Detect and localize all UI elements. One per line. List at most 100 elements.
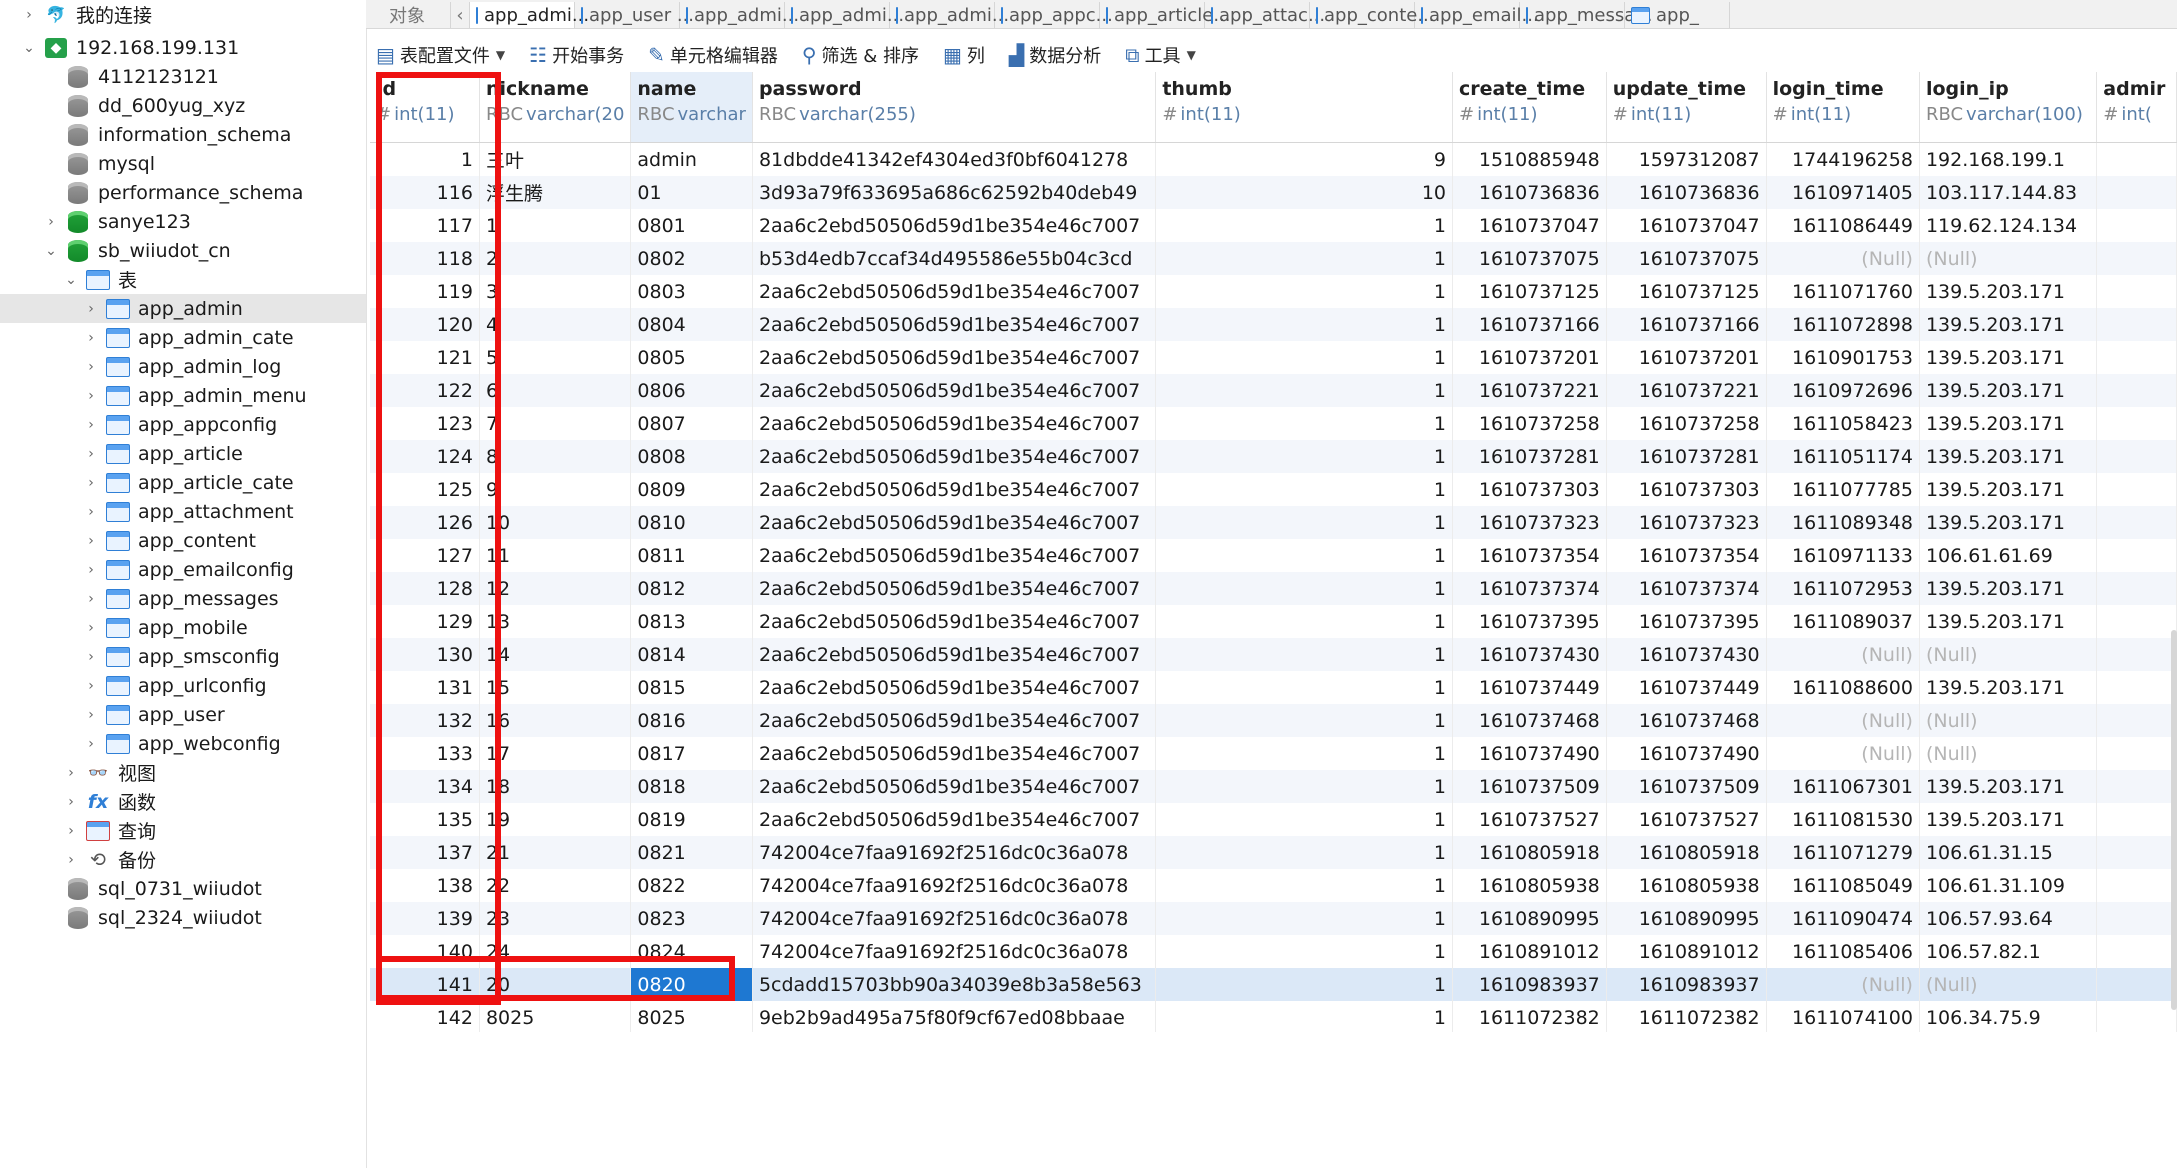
table-row[interactable]: 132 16 0816 2aa6c2ebd50506d59d1be354e46c700… <box>370 704 2177 737</box>
cell-name[interactable]: 0812 <box>630 572 753 605</box>
cell-create_time[interactable]: 1610737449 <box>1452 671 1607 704</box>
cell-login_time[interactable]: 1611085406 <box>1766 935 1920 968</box>
chevron-right-icon[interactable]: › <box>20 6 38 24</box>
cell-update_time[interactable]: 1610890995 <box>1606 902 1767 935</box>
cell-admir[interactable] <box>2096 968 2177 1001</box>
table-row[interactable]: 135 19 0819 2aa6c2ebd50506d59d1be354e46c700… <box>370 803 2177 836</box>
table-row[interactable]: 126 10 0810 2aa6c2ebd50506d59d1be354e46c700… <box>370 506 2177 539</box>
tab-9[interactable]: app_attac... <box>1205 2 1325 28</box>
chevron-right-icon[interactable]: › <box>82 677 100 695</box>
cell-id[interactable]: 140 <box>370 935 480 968</box>
cell-thumb[interactable]: 1 <box>1155 638 1453 671</box>
cell-thumb[interactable]: 1 <box>1155 572 1453 605</box>
cell-login_ip[interactable]: 139.5.203.171 <box>1919 506 2098 539</box>
cell-password[interactable]: 2aa6c2ebd50506d59d1be354e46c7007 <box>752 341 1157 374</box>
table-row[interactable]: 124 8 0808 2aa6c2ebd50506d59d1be354e46c7007… <box>370 440 2177 473</box>
cell-thumb[interactable]: 1 <box>1155 209 1453 242</box>
cell-update_time[interactable]: 1610737490 <box>1606 737 1767 770</box>
vertical-scrollbar[interactable] <box>2171 630 2177 1010</box>
cell-id[interactable]: 135 <box>370 803 480 836</box>
tab-2[interactable]: app_admi... <box>470 2 589 28</box>
cell-name[interactable]: 0823 <box>630 902 753 935</box>
cell-name[interactable]: 0808 <box>630 440 753 473</box>
cell-nickname[interactable]: 9 <box>479 473 632 506</box>
cell-login_ip[interactable]: 106.57.93.64 <box>1919 902 2098 935</box>
cell-password[interactable]: 5cdadd15703bb90a34039e8b3a58e563 <box>752 968 1157 1001</box>
cell-login_ip[interactable]: (Null) <box>1919 704 2098 737</box>
cell-update_time[interactable]: 1610983937 <box>1606 968 1767 1001</box>
tab-7[interactable]: app_appc... <box>995 2 1113 28</box>
tree-item-192-168-199-131[interactable]: ⌄ ◆ 192.168.199.131 <box>0 33 366 62</box>
column-header-name[interactable]: name RBC varchar <box>630 72 753 143</box>
cell-create_time[interactable]: 1610737221 <box>1452 374 1607 407</box>
cell-update_time[interactable]: 1610737281 <box>1606 440 1767 473</box>
chevron-right-icon[interactable]: › <box>82 648 100 666</box>
column-header-thumb[interactable]: thumb # int(11) <box>1155 72 1453 143</box>
chevron-right-icon[interactable]: › <box>82 503 100 521</box>
table-row[interactable]: 138 22 0822 742004ce7faa91692f2516dc0c36a07… <box>370 869 2177 902</box>
cell-admir[interactable] <box>2096 440 2177 473</box>
chevron-right-icon[interactable]: › <box>82 706 100 724</box>
cell-nickname[interactable]: 3 <box>479 275 632 308</box>
tree-item--[interactable]: › fx 函数 <box>0 787 366 816</box>
cell-login_ip[interactable]: 192.168.199.1 <box>1919 142 2098 176</box>
cell-login_time[interactable]: 1611089348 <box>1766 506 1920 539</box>
cell-login_time[interactable]: 1610971133 <box>1766 539 1920 572</box>
cell-thumb[interactable]: 1 <box>1155 704 1453 737</box>
tree-item-4112123121[interactable]: 4112123121 <box>0 62 366 91</box>
cell-password[interactable]: 2aa6c2ebd50506d59d1be354e46c7007 <box>752 407 1157 440</box>
cell-nickname[interactable]: 24 <box>479 935 632 968</box>
cell-admir[interactable] <box>2096 341 2177 374</box>
cell-login_time[interactable]: (Null) <box>1766 737 1920 770</box>
tab-13[interactable]: app_ <box>1625 2 1730 28</box>
chevron-right-icon[interactable]: › <box>82 532 100 550</box>
cell-login_time[interactable]: 1610972696 <box>1766 374 1920 407</box>
begin-transaction-button[interactable]: ☷ 开始事务 <box>529 42 624 68</box>
cell-update_time[interactable]: 1610737323 <box>1606 506 1767 539</box>
tree-item-app_user[interactable]: › app_user <box>0 700 366 729</box>
cell-login_time[interactable]: 1611071279 <box>1766 836 1920 869</box>
cell-thumb[interactable]: 1 <box>1155 308 1453 341</box>
cell-thumb[interactable]: 1 <box>1155 968 1453 1001</box>
cell-login_time[interactable]: 1611085049 <box>1766 869 1920 902</box>
cell-thumb[interactable]: 1 <box>1155 836 1453 869</box>
tree-item-app_article[interactable]: › app_article <box>0 439 366 468</box>
cell-admir[interactable] <box>2096 605 2177 638</box>
tree-item-dd_600yug_xyz[interactable]: dd_600yug_xyz <box>0 91 366 120</box>
cell-login_ip[interactable]: 139.5.203.171 <box>1919 275 2098 308</box>
cell-name[interactable]: 8025 <box>630 1001 753 1032</box>
tree-item-app_webconfig[interactable]: › app_webconfig <box>0 729 366 758</box>
cell-name[interactable]: 0802 <box>630 242 753 275</box>
cell-password[interactable]: 2aa6c2ebd50506d59d1be354e46c7007 <box>752 704 1157 737</box>
cell-update_time[interactable]: 1610737468 <box>1606 704 1767 737</box>
cell-login_ip[interactable]: 106.61.31.109 <box>1919 869 2098 902</box>
chevron-right-icon[interactable]: › <box>82 358 100 376</box>
cell-create_time[interactable]: 1610805918 <box>1452 836 1607 869</box>
cell-admir[interactable] <box>2096 836 2177 869</box>
cell-update_time[interactable]: 1610736836 <box>1606 176 1767 209</box>
cell-admir[interactable] <box>2096 142 2177 176</box>
cell-update_time[interactable]: 1610737258 <box>1606 407 1767 440</box>
tree-item-app_attachment[interactable]: › app_attachment <box>0 497 366 526</box>
cell-login_ip[interactable]: 106.61.31.15 <box>1919 836 2098 869</box>
cell-admir[interactable] <box>2096 308 2177 341</box>
cell-id[interactable]: 121 <box>370 341 480 374</box>
cell-login_ip[interactable]: (Null) <box>1919 968 2098 1001</box>
cell-admir[interactable] <box>2096 407 2177 440</box>
cell-nickname[interactable]: 22 <box>479 869 632 902</box>
cell-admir[interactable] <box>2096 506 2177 539</box>
cell-nickname[interactable]: 14 <box>479 638 632 671</box>
cell-password[interactable]: 9eb2b9ad495a75f80f9cf67ed08bbaae <box>752 1001 1157 1032</box>
cell-login_ip[interactable]: 139.5.203.171 <box>1919 473 2098 506</box>
table-row[interactable]: 140 24 0824 742004ce7faa91692f2516dc0c36a07… <box>370 935 2177 968</box>
cell-create_time[interactable]: 1610737281 <box>1452 440 1607 473</box>
tree-item-app_emailconfig[interactable]: › app_emailconfig <box>0 555 366 584</box>
tree-item-sql_2324_wiiudot[interactable]: sql_2324_wiiudot <box>0 903 366 932</box>
cell-login_time[interactable]: 1611067301 <box>1766 770 1920 803</box>
cell-create_time[interactable]: 1610805938 <box>1452 869 1607 902</box>
cell-create_time[interactable]: 1610737527 <box>1452 803 1607 836</box>
tree-item-app_admin_menu[interactable]: › app_admin_menu <box>0 381 366 410</box>
cell-id[interactable]: 139 <box>370 902 480 935</box>
chevron-right-icon[interactable]: › <box>82 619 100 637</box>
cell-login_ip[interactable]: 139.5.203.171 <box>1919 671 2098 704</box>
